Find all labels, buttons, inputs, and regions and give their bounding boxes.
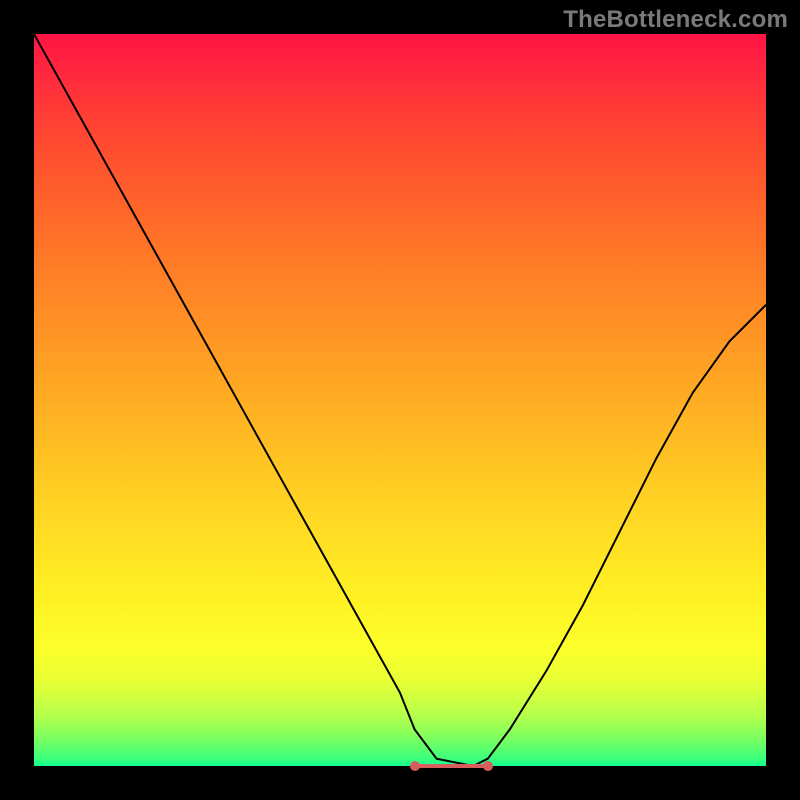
optimal-marker-right xyxy=(483,761,493,771)
curve-svg xyxy=(34,34,766,766)
optimal-marker-left xyxy=(410,761,420,771)
optimal-range-line xyxy=(415,764,488,768)
plot-area xyxy=(34,34,766,766)
bottleneck-curve-path xyxy=(34,34,766,766)
watermark-text: TheBottleneck.com xyxy=(563,6,788,34)
chart-frame: TheBottleneck.com xyxy=(0,0,800,800)
